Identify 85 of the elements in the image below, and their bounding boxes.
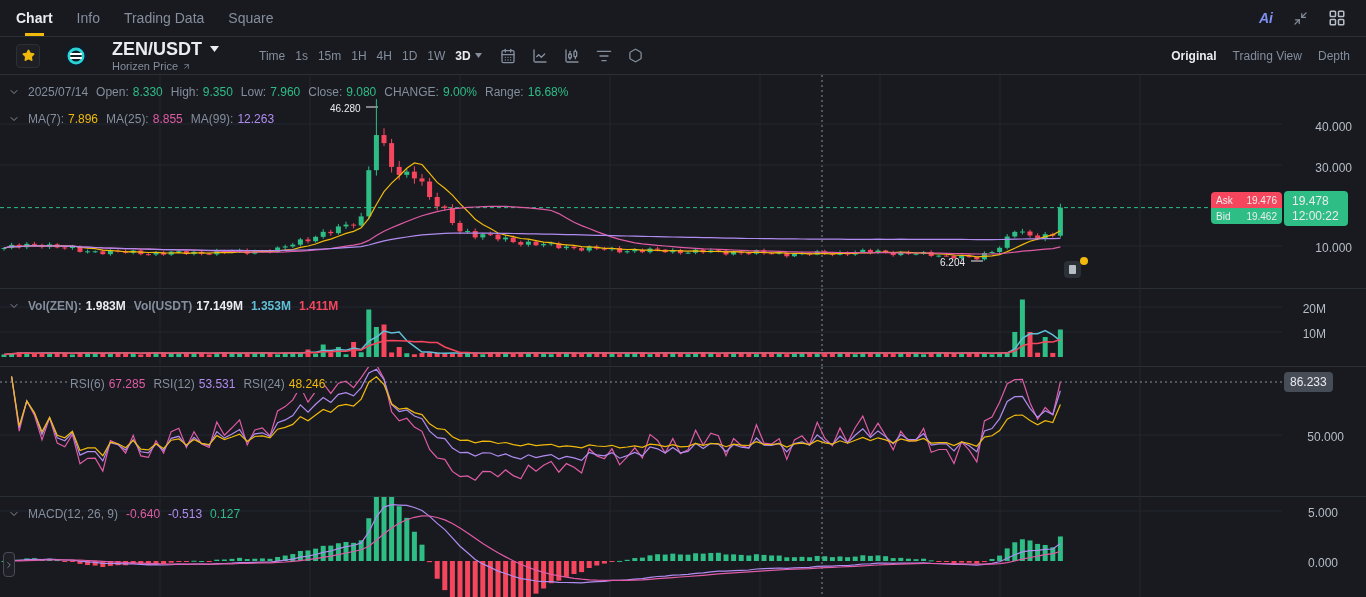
legend-value: 9.080 xyxy=(346,84,377,101)
collapse-icon[interactable] xyxy=(1293,10,1308,26)
legend-value: 8.330 xyxy=(132,84,163,101)
view-mode-tab[interactable]: Trading View xyxy=(1232,46,1302,65)
pair-subtitle[interactable]: Horizen Price xyxy=(112,60,179,72)
legend-value: 67.285 xyxy=(108,376,146,393)
nav-tab[interactable]: Trading Data xyxy=(123,0,205,36)
ask-price: 19.476 xyxy=(1246,193,1277,208)
legend-label: Close: xyxy=(308,84,343,101)
legend-value: 1.983M xyxy=(85,298,126,315)
legend-label: Low: xyxy=(240,84,267,101)
legend-label: Vol(ZEN): xyxy=(28,298,82,315)
legend-value: 9.00% xyxy=(442,84,477,101)
legend-date: 2025/07/14 xyxy=(28,84,89,101)
volume-axis-label: 10M xyxy=(1302,326,1326,343)
settings-icon[interactable] xyxy=(627,48,643,63)
bid-label: Bid xyxy=(1216,209,1231,224)
legend-label: MA(99): xyxy=(190,111,234,128)
legend-value: 9.350 xyxy=(202,84,233,101)
interval-button[interactable]: 4H xyxy=(376,46,392,65)
line-chart-icon[interactable] xyxy=(531,47,548,64)
price-axis-label: 40.000 xyxy=(1315,119,1352,136)
nav-tab[interactable]: Square xyxy=(228,0,274,36)
last-price: 19.478 xyxy=(1292,193,1330,209)
macd-axis-label: 0.000 xyxy=(1307,555,1338,572)
leader-line xyxy=(970,260,984,262)
notes-icon[interactable] xyxy=(1064,261,1081,278)
volume-axis-label: 20M xyxy=(1302,301,1326,318)
ai-button[interactable]: Ai xyxy=(1259,7,1273,29)
interval-button[interactable]: 1s xyxy=(295,46,308,65)
ask-label: Ask xyxy=(1216,193,1233,208)
legend-value: 1.411M xyxy=(298,298,339,315)
interval-button[interactable]: 3D xyxy=(455,46,482,65)
legend-label: Open: xyxy=(96,84,129,101)
nav-tab[interactable]: Chart xyxy=(16,0,53,36)
rsi-axis-label: 50.000 xyxy=(1307,429,1344,446)
legend-value: 8.855 xyxy=(152,111,183,128)
nav-tab[interactable]: Info xyxy=(76,0,100,36)
price-axis-label: 10.000 xyxy=(1315,240,1352,257)
legend-value: 16.68% xyxy=(527,84,569,101)
legend-value: 7.896 xyxy=(68,111,99,128)
interval-button[interactable]: 15m xyxy=(317,46,342,65)
legend-label: MA(25): xyxy=(106,111,149,128)
pair-name[interactable]: ZEN/USDT xyxy=(112,39,202,58)
legend-value: -0.513 xyxy=(168,506,203,523)
crosshair-value-label: 86.233 xyxy=(1284,372,1333,392)
legend-value: 53.531 xyxy=(198,376,236,393)
low-price-marker: 6.204 xyxy=(940,256,966,270)
legend-value: 48.246 xyxy=(288,376,326,393)
grid-icon[interactable] xyxy=(1328,9,1346,27)
view-mode-tab[interactable]: Original xyxy=(1171,46,1217,65)
interval-button[interactable]: 1H xyxy=(351,46,367,65)
legend-value: 0.127 xyxy=(210,506,241,523)
calendar-icon[interactable] xyxy=(499,47,516,64)
legend-label: MA(7): xyxy=(28,111,64,128)
legend-label: CHANGE: xyxy=(384,84,439,101)
legend-value: 17.149M xyxy=(196,298,243,315)
interval-button[interactable]: Time xyxy=(259,46,286,65)
coin-logo-icon xyxy=(64,43,88,68)
legend-label: RSI(6) xyxy=(70,376,105,393)
legend-value: -0.640 xyxy=(126,506,161,523)
favorite-button[interactable] xyxy=(16,43,40,68)
macd-label: MACD(12, 26, 9) xyxy=(28,506,119,523)
caret-icon[interactable] xyxy=(210,45,219,52)
legend-label: Vol(USDT) xyxy=(133,298,193,315)
legend-label: Range: xyxy=(485,84,524,101)
candle-countdown: 12:00:22 xyxy=(1292,208,1340,224)
external-link-icon xyxy=(182,61,192,71)
macd-axis-label: 5.000 xyxy=(1307,505,1338,522)
caret-icon xyxy=(474,53,482,58)
legend-label: RSI(12) xyxy=(153,376,195,393)
legend-label: High: xyxy=(170,84,199,101)
legend-value: 1.353M xyxy=(250,298,291,315)
interval-button[interactable]: 1D xyxy=(401,46,418,65)
price-axis-label: 30.000 xyxy=(1315,160,1352,177)
interval-button[interactable]: 1W xyxy=(427,46,446,65)
leader-line xyxy=(365,106,379,108)
chevron-right-icon xyxy=(4,559,14,570)
legend-label: RSI(24) xyxy=(243,376,285,393)
high-price-marker: 46.280 xyxy=(330,102,361,116)
bid-price: 19.462 xyxy=(1246,209,1277,224)
candlestick-icon[interactable] xyxy=(563,47,580,64)
legend-value: 7.960 xyxy=(270,84,301,101)
view-mode-tab[interactable]: Depth xyxy=(1317,46,1350,65)
legend-value: 12.263 xyxy=(237,111,275,128)
